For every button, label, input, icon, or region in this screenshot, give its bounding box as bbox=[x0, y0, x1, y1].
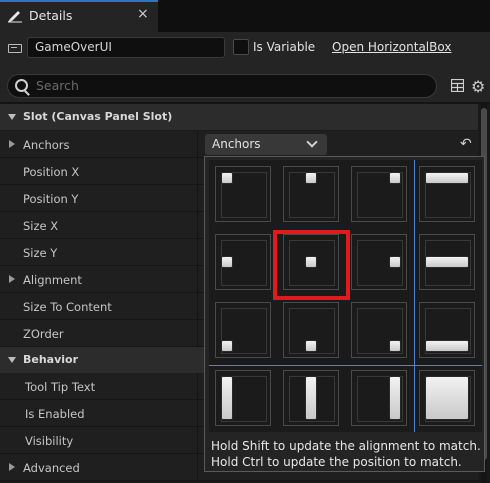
section-label: Behavior bbox=[23, 353, 79, 366]
anchor-marker bbox=[425, 172, 469, 184]
anchor-middle-right[interactable] bbox=[345, 228, 413, 296]
anchor-marker bbox=[389, 172, 401, 184]
anchor-marker bbox=[389, 340, 401, 352]
column-divider bbox=[197, 400, 198, 427]
column-divider bbox=[197, 158, 198, 185]
column-divider bbox=[197, 212, 198, 239]
anchor-left-stretch[interactable] bbox=[209, 364, 277, 432]
anchor-marker bbox=[389, 376, 401, 420]
property-label: Anchors bbox=[23, 138, 70, 152]
search-placeholder: Search bbox=[36, 78, 79, 93]
pencil-icon bbox=[8, 11, 22, 23]
column-divider bbox=[197, 293, 198, 320]
column-divider bbox=[197, 373, 198, 400]
property-label: Visibility bbox=[25, 434, 74, 448]
search-icon bbox=[15, 79, 28, 92]
property-label: Position X bbox=[23, 165, 80, 179]
property-label: Size To Content bbox=[23, 300, 112, 314]
anchor-bottom-left[interactable] bbox=[209, 296, 277, 364]
open-horizontalbox-link[interactable]: Open HorizontalBox bbox=[332, 40, 451, 54]
anchors-dropdown[interactable]: Anchors bbox=[205, 134, 327, 155]
grid-divider-vertical bbox=[414, 160, 415, 432]
anchor-top-center[interactable] bbox=[277, 160, 345, 228]
hint-shift: Hold Shift to update the alignment to ma… bbox=[211, 439, 481, 453]
anchor-marker bbox=[425, 256, 469, 268]
hint-ctrl: Hold Ctrl to update the position to matc… bbox=[211, 455, 462, 469]
expand-arrow-icon[interactable] bbox=[9, 463, 15, 471]
property-label: Size X bbox=[23, 219, 59, 233]
anchor-marker bbox=[305, 340, 317, 352]
property-label: Alignment bbox=[23, 273, 82, 287]
selection-highlight bbox=[273, 230, 350, 300]
anchor-right-stretch[interactable] bbox=[345, 364, 413, 432]
property-label: Position Y bbox=[23, 192, 79, 206]
expand-arrow-icon[interactable] bbox=[9, 275, 15, 283]
property-label: Size Y bbox=[23, 246, 58, 260]
widget-name-field[interactable]: GameOverUI bbox=[27, 37, 225, 58]
table-view-icon[interactable] bbox=[451, 79, 464, 92]
anchor-bottom-center[interactable] bbox=[277, 296, 345, 364]
anchor-marker bbox=[221, 256, 233, 268]
grid-divider-horizontal bbox=[209, 365, 482, 366]
tab-details[interactable] bbox=[0, 0, 158, 32]
column-divider bbox=[197, 266, 198, 293]
anchor-marker bbox=[389, 256, 401, 268]
is-variable-label: Is Variable bbox=[253, 40, 316, 54]
collapse-arrow-icon bbox=[8, 114, 16, 120]
anchor-bottom-stretch[interactable] bbox=[413, 296, 481, 364]
anchor-marker bbox=[221, 172, 233, 184]
anchor-full-stretch[interactable] bbox=[413, 364, 481, 432]
anchor-bottom-right[interactable] bbox=[345, 296, 413, 364]
section-slot[interactable]: Slot (Canvas Panel Slot) bbox=[0, 104, 478, 130]
anchor-marker bbox=[425, 340, 469, 352]
expand-arrow-icon[interactable] bbox=[9, 140, 15, 148]
close-icon[interactable]: × bbox=[137, 6, 149, 22]
column-divider bbox=[197, 427, 198, 454]
section-label: Slot (Canvas Panel Slot) bbox=[23, 110, 173, 123]
collapse-arrow-icon bbox=[8, 357, 16, 363]
anchor-top-right[interactable] bbox=[345, 160, 413, 228]
property-label: ZOrder bbox=[23, 327, 64, 341]
anchor-middle-left[interactable] bbox=[209, 228, 277, 296]
anchor-marker bbox=[425, 376, 469, 420]
anchor-center-stretch[interactable] bbox=[277, 364, 345, 432]
tab-title: Details bbox=[29, 8, 73, 23]
column-divider bbox=[197, 185, 198, 212]
anchors-dropdown-value: Anchors bbox=[212, 137, 261, 151]
anchor-marker bbox=[221, 340, 233, 352]
anchor-marker bbox=[305, 376, 317, 420]
is-variable-checkbox[interactable] bbox=[233, 39, 249, 55]
column-divider bbox=[197, 131, 198, 158]
anchor-marker bbox=[305, 172, 317, 184]
column-divider bbox=[197, 239, 198, 266]
column-divider bbox=[197, 320, 198, 347]
anchor-marker bbox=[221, 376, 233, 420]
chevron-down-icon bbox=[306, 136, 318, 148]
gear-icon[interactable]: ⚙ bbox=[471, 77, 485, 96]
column-divider bbox=[197, 454, 198, 481]
property-label: Tool Tip Text bbox=[25, 380, 96, 394]
reset-to-default-icon[interactable]: ↶ bbox=[460, 136, 472, 152]
anchor-middle-stretch[interactable] bbox=[413, 228, 481, 296]
property-label: Is Enabled bbox=[25, 407, 85, 421]
property-label: Advanced bbox=[23, 461, 80, 475]
anchor-top-stretch[interactable] bbox=[413, 160, 481, 228]
widget-type-icon bbox=[8, 44, 22, 53]
anchor-top-left[interactable] bbox=[209, 160, 277, 228]
